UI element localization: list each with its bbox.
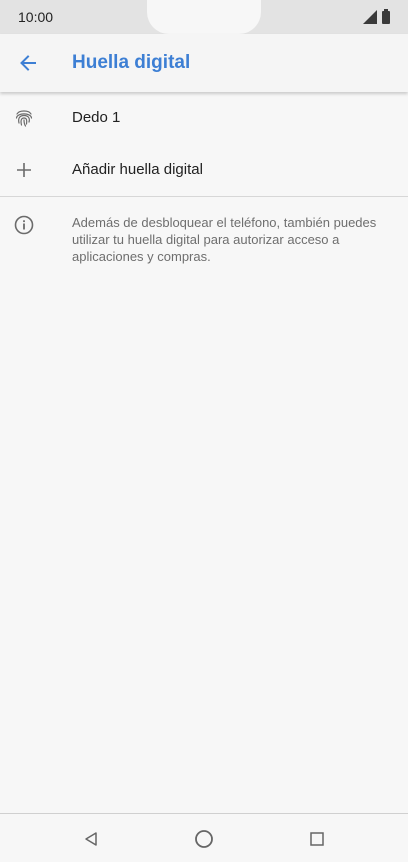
nav-back-button[interactable]	[78, 826, 104, 852]
status-bar: 10:00	[0, 0, 408, 34]
app-bar: Huella digital	[0, 34, 408, 92]
back-button[interactable]	[12, 47, 44, 79]
battery-icon	[382, 8, 390, 24]
nav-home-button[interactable]	[191, 826, 217, 852]
nav-recents-button[interactable]	[304, 826, 330, 852]
list-item-finger-1[interactable]: Dedo 1	[0, 92, 408, 144]
fingerprint-icon	[12, 106, 36, 130]
back-icon	[85, 832, 97, 846]
divider	[0, 196, 408, 197]
arrow-left-icon	[20, 55, 36, 71]
plus-icon	[12, 158, 36, 182]
status-icons	[363, 8, 390, 25]
info-icon	[12, 213, 36, 237]
status-time: 10:00	[18, 9, 54, 25]
page-title: Huella digital	[72, 52, 191, 73]
list-item-label: Añadir huella digital	[72, 161, 203, 178]
info-text: Además de desbloquear el teléfono, tambi…	[72, 215, 377, 264]
navigation-bar	[0, 813, 408, 862]
list-item-label: Dedo 1	[72, 109, 121, 126]
add-fingerprint-button[interactable]: Añadir huella digital	[0, 144, 408, 196]
recents-icon	[310, 832, 324, 846]
display-notch	[147, 0, 261, 34]
signal-icon	[363, 10, 377, 24]
home-icon	[195, 830, 213, 848]
